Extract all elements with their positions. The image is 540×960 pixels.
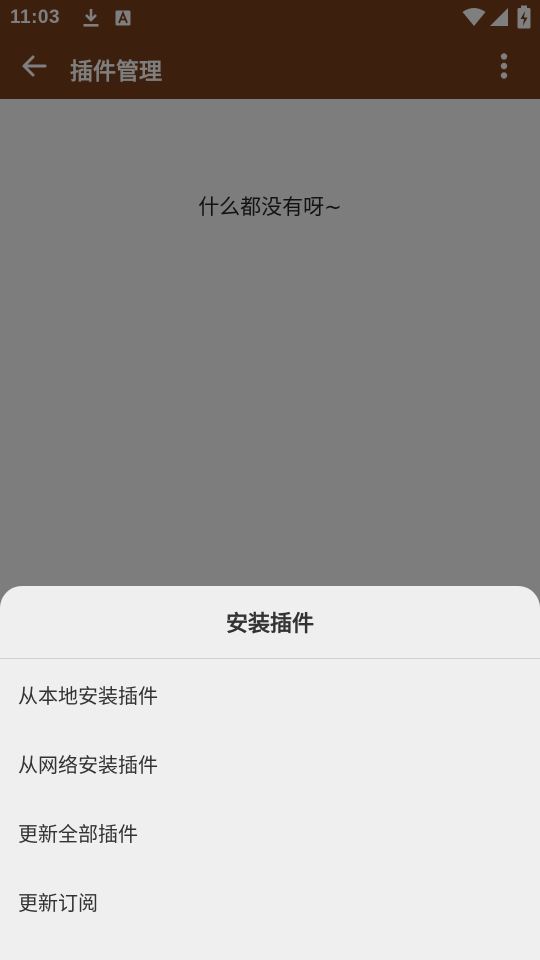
install-from-network-item[interactable]: 从网络安装插件: [0, 729, 540, 797]
sheet-title: 安装插件: [225, 612, 314, 637]
install-plugin-sheet: 安装插件 从本地安装插件 从网络安装插件 更新全部插件 更新订阅: [0, 586, 540, 960]
sheet-item-label: 从本地安装插件: [18, 683, 158, 708]
screen: 11:03: [0, 0, 540, 960]
install-from-local-item[interactable]: 从本地安装插件: [0, 660, 540, 728]
sheet-item-label: 从网络安装插件: [18, 752, 158, 777]
update-all-plugins-item[interactable]: 更新全部插件: [0, 798, 540, 866]
update-subscription-item[interactable]: 更新订阅: [0, 867, 540, 935]
sheet-divider: [0, 658, 540, 659]
sheet-item-label: 更新订阅: [18, 890, 98, 915]
sheet-item-label: 更新全部插件: [18, 821, 138, 846]
